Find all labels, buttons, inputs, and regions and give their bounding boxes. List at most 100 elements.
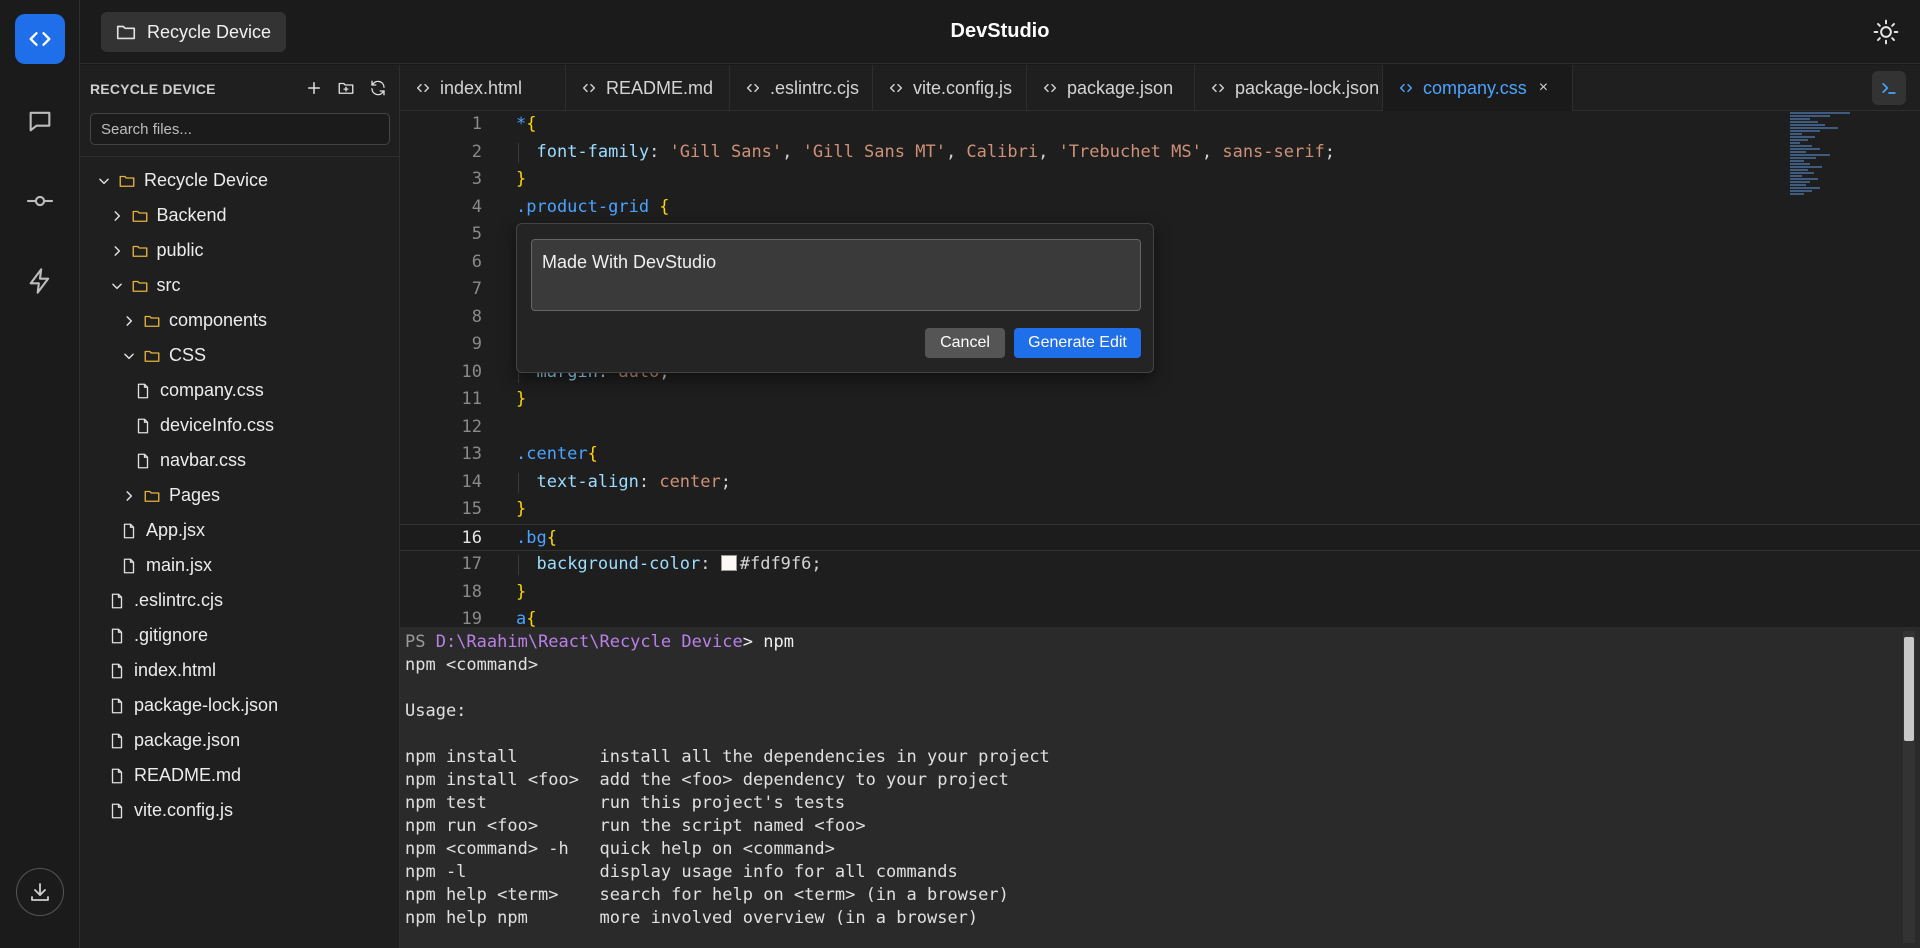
- code-token: }: [516, 581, 527, 602]
- new-folder-icon[interactable]: [337, 79, 355, 97]
- color-swatch[interactable]: [720, 555, 737, 571]
- editor-tab[interactable]: company.css ×: [1383, 65, 1573, 111]
- code-line: 15}: [400, 496, 1920, 524]
- tree-folder[interactable]: public: [80, 233, 399, 268]
- code-token: ,: [782, 141, 803, 162]
- tree-folder[interactable]: Pages: [80, 478, 399, 513]
- editor-tab[interactable]: index.html: [400, 65, 566, 111]
- terminal-line: npm test run this project's tests: [405, 793, 846, 813]
- refresh-icon[interactable]: [369, 79, 387, 97]
- code-token: *: [516, 114, 527, 134]
- code-text: }: [516, 499, 526, 519]
- code-line: 3}: [400, 166, 1920, 194]
- folder-icon: [144, 315, 160, 327]
- close-tab-icon[interactable]: ×: [1539, 79, 1548, 97]
- terminal-line: npm help <term> search for help on <term…: [405, 885, 1009, 905]
- tree-item-label: Recycle Device: [144, 170, 269, 190]
- tree-file[interactable]: navbar.css: [80, 443, 399, 478]
- editor-tab[interactable]: package.json: [1027, 65, 1195, 111]
- tree-folder[interactable]: Recycle Device: [80, 163, 399, 198]
- tree-file[interactable]: .eslintrc.cjs: [80, 583, 399, 618]
- code-line: 13 .center{: [400, 441, 1920, 469]
- terminal-scroll-thumb[interactable]: [1904, 637, 1914, 741]
- tree-item-label: .eslintrc.cjs: [134, 590, 224, 610]
- editor-tab[interactable]: .eslintrc.cjs: [730, 65, 873, 111]
- code-token: background-color: [536, 554, 701, 574]
- cancel-button[interactable]: Cancel: [925, 328, 1005, 358]
- explorer-title: RECYCLE DEVICE: [90, 81, 216, 97]
- line-number: 14: [461, 471, 482, 492]
- tree-file[interactable]: main.jsx: [80, 548, 399, 583]
- code-token: {: [587, 444, 598, 464]
- chat-button[interactable]: [15, 96, 65, 146]
- tree-file[interactable]: App.jsx: [80, 513, 399, 548]
- project-button[interactable]: Recycle Device: [101, 12, 287, 52]
- generate-edit-button[interactable]: Generate Edit: [1014, 328, 1141, 358]
- code-view-button[interactable]: [15, 14, 65, 64]
- editor-tab[interactable]: vite.config.js: [873, 65, 1027, 111]
- tree-file[interactable]: README.md: [80, 758, 399, 793]
- file-icon: [123, 523, 135, 538]
- code-token: 'Gill Sans': [669, 141, 783, 162]
- chevron-down-icon: [124, 353, 134, 359]
- terminal-line: npm run <foo> run the script named <foo>: [405, 816, 866, 836]
- editor-tab[interactable]: README.md: [566, 65, 730, 111]
- line-number: 13: [461, 444, 482, 464]
- terminal-line: npm -l display usage info for all comman…: [405, 862, 958, 882]
- tree-folder[interactable]: Backend: [80, 198, 399, 233]
- terminal-scrollbar[interactable]: [1903, 631, 1915, 943]
- toggle-terminal-button[interactable]: [1872, 71, 1906, 105]
- activity-bar: [0, 0, 80, 948]
- code-text: .center{: [516, 444, 598, 464]
- tree-file[interactable]: vite.config.js: [80, 793, 399, 828]
- prompt-ps: PS: [405, 632, 436, 652]
- tree-file[interactable]: package-lock.json: [80, 688, 399, 723]
- tree-folder[interactable]: src: [80, 268, 399, 303]
- download-icon: [31, 883, 49, 901]
- code-line: 11}: [400, 386, 1920, 414]
- editor-tab[interactable]: package-lock.json: [1195, 65, 1383, 111]
- code-token: center: [659, 471, 721, 492]
- new-file-icon[interactable]: [305, 79, 323, 97]
- tab-label: .eslintrc.cjs: [770, 77, 860, 98]
- tree-item-label: main.jsx: [146, 555, 213, 575]
- code-token: {: [546, 527, 557, 548]
- ai-prompt-input[interactable]: Made With DevStudio: [531, 239, 1141, 311]
- tree-file[interactable]: company.css: [80, 373, 399, 408]
- tab-label: package.json: [1067, 77, 1174, 98]
- tree-file[interactable]: index.html: [80, 653, 399, 688]
- code-line: 16 .bg{: [400, 523, 1920, 551]
- tab-label: package-lock.json: [1235, 77, 1380, 98]
- code-token: 'Trebuchet MS': [1058, 141, 1202, 162]
- download-button[interactable]: [16, 868, 64, 916]
- tree-file[interactable]: package.json: [80, 723, 399, 758]
- line-number: 2: [471, 141, 482, 162]
- code-token: ,: [945, 141, 967, 162]
- git-button[interactable]: [15, 176, 65, 226]
- line-number: 1: [471, 114, 482, 134]
- tree-folder[interactable]: CSS: [80, 338, 399, 373]
- code-token: 'Gill Sans MT': [802, 141, 946, 162]
- terminal-panel[interactable]: PS D:\Raahim\React\Recycle Device> npm n…: [400, 627, 1920, 948]
- chevron-right-icon: [114, 245, 120, 256]
- tree-file[interactable]: deviceInfo.css: [80, 408, 399, 443]
- tree-item-label: public: [156, 240, 204, 260]
- tree-file[interactable]: .gitignore: [80, 618, 399, 653]
- tree-item-label: README.md: [134, 765, 242, 785]
- code-token: }: [516, 389, 527, 409]
- lightning-icon: [29, 268, 50, 294]
- actions-button[interactable]: [15, 256, 65, 306]
- theme-toggle-button[interactable]: [1870, 16, 1902, 48]
- file-icon: [137, 453, 149, 468]
- tree-folder[interactable]: components: [80, 303, 399, 338]
- tree-item-label: navbar.css: [160, 450, 247, 470]
- file-search-input[interactable]: [90, 113, 390, 145]
- code-text: .product-grid {: [516, 197, 670, 217]
- line-number: 16: [461, 527, 482, 548]
- line-number: 10: [461, 361, 482, 382]
- terminal-output: PS D:\Raahim\React\Recycle Device> npm n…: [405, 631, 1050, 930]
- line-number: 7: [471, 279, 482, 299]
- sun-icon: [1873, 19, 1899, 45]
